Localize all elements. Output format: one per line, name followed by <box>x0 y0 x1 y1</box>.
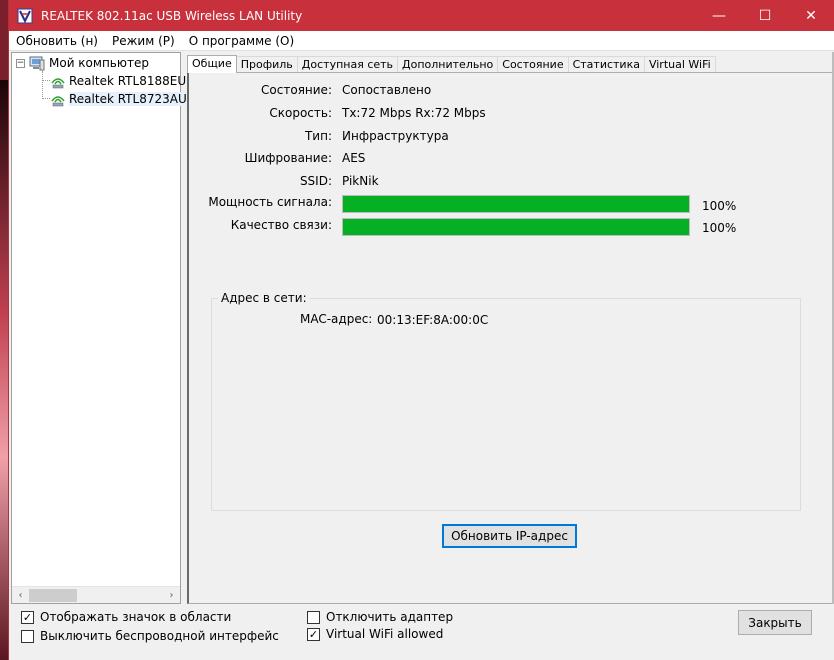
link-quality-percent: 100% <box>702 221 737 235</box>
signal-strength-fill <box>343 196 689 212</box>
disable-adapter-option[interactable]: Отключить адаптер <box>307 610 453 624</box>
tab-status[interactable]: Состояние <box>497 56 569 73</box>
minimize-button[interactable]: — <box>696 0 742 31</box>
virtual-wifi-checkbox[interactable]: ✓ <box>307 627 320 641</box>
virtual-wifi-option[interactable]: ✓ Virtual WiFi allowed <box>307 627 443 641</box>
link-quality-bar <box>342 218 690 236</box>
desktop-background-left <box>0 80 8 660</box>
tab-profile[interactable]: Профиль <box>235 56 298 73</box>
tab-general[interactable]: Общие <box>187 55 237 73</box>
status-value: Сопоставлено <box>342 83 432 97</box>
mac-address-label: MAC-адрес: <box>300 312 373 326</box>
tree-connector <box>42 98 50 99</box>
disable-wireless-option[interactable]: Выключить беспроводной интерфейс <box>21 629 279 643</box>
adapter-tree[interactable]: − Мой компьютер Realtek RTL8188EU Realte… <box>11 52 187 604</box>
realtek-app-icon <box>17 8 33 24</box>
scroll-thumb[interactable] <box>29 589 77 602</box>
window-title: REALTEK 802.11ac USB Wireless LAN Utilit… <box>41 8 303 23</box>
tree-connector <box>42 71 43 99</box>
wireless-adapter-icon <box>50 73 66 89</box>
show-tray-icon-checkbox[interactable]: ✓ <box>21 610 34 624</box>
scroll-right-icon[interactable]: › <box>163 587 180 604</box>
tree-expander-icon[interactable]: − <box>16 58 25 68</box>
encryption-value: AES <box>342 151 366 165</box>
show-tray-icon-option[interactable]: ✓ Отображать значок в области <box>21 610 231 624</box>
show-tray-icon-label: Отображать значок в области <box>40 610 232 624</box>
type-value: Инфраструктура <box>342 129 449 143</box>
tab-statistics[interactable]: Статистика <box>567 56 645 73</box>
tree-root-my-computer[interactable]: − Мой компьютер <box>16 55 149 71</box>
wireless-adapter-icon <box>50 91 66 107</box>
tree-item-rtl8723au[interactable]: Realtek RTL8723AU <box>50 90 187 107</box>
tree-item-label: Realtek RTL8188EU <box>69 73 187 88</box>
menu-mode[interactable]: Режим (Р) <box>105 31 182 51</box>
virtual-wifi-label: Virtual WiFi allowed <box>326 627 444 641</box>
type-label: Тип: <box>304 129 332 143</box>
disable-adapter-label: Отключить адаптер <box>326 610 454 624</box>
network-address-group: Адрес в сети: MAC-адрес: 00:13:EF:8A:00:… <box>211 291 801 511</box>
tree-item-label: Realtek RTL8723AU <box>69 91 187 106</box>
general-tab-panel: Состояние: Сопоставлено Скорость: Tx:72 … <box>187 72 833 604</box>
menu-refresh[interactable]: Обновить (н) <box>9 31 105 51</box>
tree-root-label: Мой компьютер <box>49 56 149 70</box>
close-button[interactable]: Закрыть <box>738 610 812 635</box>
tab-available-network[interactable]: Доступная сеть <box>296 56 399 73</box>
utility-window: REALTEK 802.11ac USB Wireless LAN Utilit… <box>8 0 834 660</box>
close-window-button[interactable]: ✕ <box>788 0 834 31</box>
signal-strength-bar <box>342 195 690 213</box>
ssid-label: SSID: <box>299 174 332 188</box>
menu-about[interactable]: О программе (О) <box>182 31 301 51</box>
disable-wireless-label: Выключить беспроводной интерфейс <box>40 629 279 643</box>
tab-strip: Общие Профиль Доступная сеть Дополнитель… <box>187 55 716 73</box>
menu-bar: Обновить (н) Режим (Р) О программе (О) <box>9 31 834 51</box>
scroll-left-icon[interactable]: ‹ <box>12 587 29 604</box>
ssid-value: PikNik <box>342 174 379 188</box>
link-quality-label: Качество связи: <box>230 218 332 232</box>
renew-ip-button[interactable]: Обновить IP-адрес <box>442 524 577 548</box>
encryption-label: Шифрование: <box>244 151 332 165</box>
window-controls: — ☐ ✕ <box>696 0 834 31</box>
link-quality-fill <box>343 219 689 235</box>
title-bar: REALTEK 802.11ac USB Wireless LAN Utilit… <box>9 0 834 31</box>
status-label: Состояние: <box>261 83 332 97</box>
mac-address-value: 00:13:EF:8A:00:0C <box>377 313 489 327</box>
tree-connector <box>42 80 50 81</box>
signal-strength-label: Мощность сигнала: <box>208 195 332 209</box>
maximize-button[interactable]: ☐ <box>742 0 788 31</box>
signal-strength-percent: 100% <box>702 199 737 213</box>
tree-item-rtl8188eu[interactable]: Realtek RTL8188EU <box>50 72 186 89</box>
tab-advanced[interactable]: Дополнительно <box>397 56 499 73</box>
tree-horizontal-scrollbar[interactable]: ‹ › <box>12 586 180 603</box>
speed-value: Tx:72 Mbps Rx:72 Mbps <box>342 106 486 120</box>
speed-label: Скорость: <box>269 106 332 120</box>
disable-adapter-checkbox[interactable] <box>307 610 320 624</box>
computer-icon <box>29 55 45 71</box>
disable-wireless-checkbox[interactable] <box>21 629 34 643</box>
tab-virtual-wifi[interactable]: Virtual WiFi <box>643 56 716 73</box>
network-address-legend: Адрес в сети: <box>218 291 310 305</box>
